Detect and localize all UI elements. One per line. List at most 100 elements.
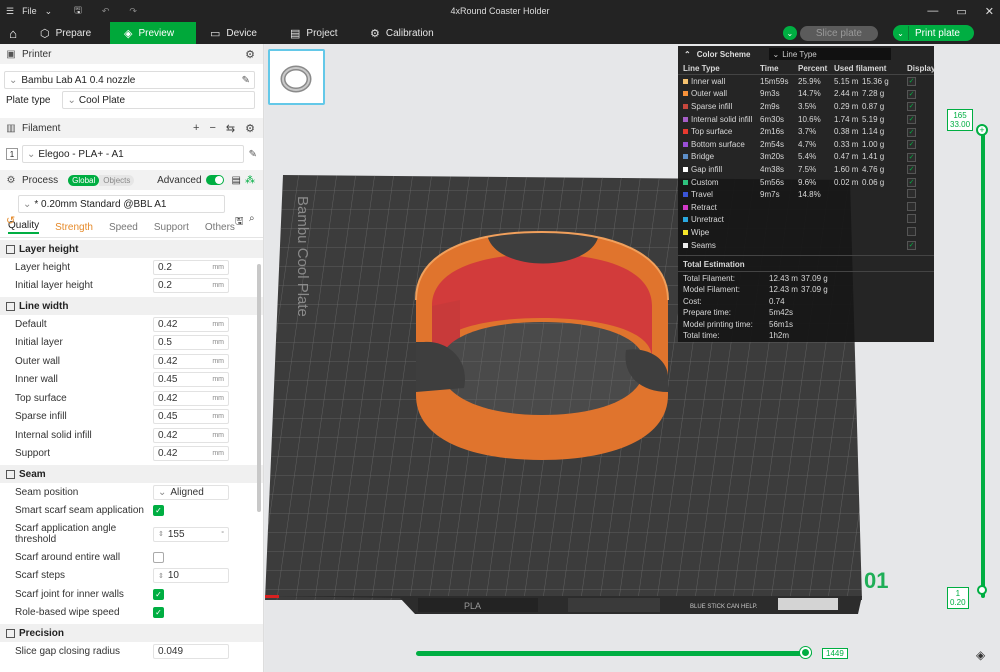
minimize-icon[interactable]: — bbox=[927, 5, 938, 17]
smart-scarf-checkbox[interactable]: ✓ bbox=[153, 505, 164, 517]
search-tree-icon[interactable]: ⁂ bbox=[245, 175, 255, 186]
display-checkbox[interactable] bbox=[907, 214, 916, 224]
move-slider[interactable] bbox=[416, 647, 816, 658]
plate-type-select[interactable]: ⌄ Cool Plate bbox=[62, 91, 256, 109]
color-swatch bbox=[683, 116, 688, 122]
setting-label: Sparse infill bbox=[15, 411, 67, 423]
home-icon[interactable]: ⌂ bbox=[0, 22, 26, 44]
setting-value-input[interactable]: 0.049 bbox=[153, 643, 229, 659]
print-dropdown-icon[interactable]: ⌄ bbox=[892, 26, 909, 40]
model-coaster-holder[interactable] bbox=[415, 230, 669, 460]
slice-dropdown-icon[interactable]: ⌄ bbox=[782, 26, 797, 40]
tab-support[interactable]: Support bbox=[154, 222, 189, 233]
top-layer-handle[interactable]: + bbox=[976, 124, 988, 136]
plate-thumbnail[interactable] bbox=[268, 49, 325, 105]
edit-icon[interactable]: ✎ bbox=[242, 75, 250, 86]
compare-icon[interactable]: ▤ bbox=[232, 175, 241, 186]
process-preset-select[interactable]: ⌄ * 0.20mm Standard @BBL A1 bbox=[18, 195, 225, 213]
scarf-inner-checkbox[interactable]: ✓ bbox=[153, 588, 164, 600]
display-checkbox[interactable]: ✓ bbox=[907, 152, 916, 162]
undo-icon[interactable]: ↶ bbox=[102, 6, 110, 17]
setting-value-input[interactable]: 0.42 mm bbox=[153, 446, 229, 462]
setting-value-input[interactable]: 0.45 mm bbox=[153, 372, 229, 388]
layer-slider[interactable] bbox=[976, 112, 990, 602]
tab-device[interactable]: ▭ Device bbox=[196, 22, 276, 44]
setting-value-input[interactable]: 0.45 mm bbox=[153, 409, 229, 425]
setting-value-input[interactable]: 0.2 mm bbox=[153, 278, 229, 294]
redo-icon[interactable]: ↷ bbox=[129, 6, 137, 17]
display-checkbox[interactable]: ✓ bbox=[907, 140, 916, 150]
menu-icon[interactable]: ☰ bbox=[6, 6, 14, 17]
printer-select[interactable]: ⌄ Bambu Lab A1 0.4 nozzle ✎ bbox=[4, 71, 255, 89]
role-wipe-checkbox[interactable]: ✓ bbox=[153, 607, 164, 619]
tab-calibration[interactable]: ⚙ Calibration bbox=[356, 22, 448, 44]
setting-value-input[interactable]: 0.42 mm bbox=[153, 353, 229, 369]
estimation-key: Total Filament: bbox=[683, 273, 736, 283]
slice-plate-button[interactable]: Slice plate bbox=[799, 25, 878, 41]
printer-settings-icon[interactable]: ⚙ bbox=[245, 48, 255, 61]
seam-position-select[interactable]: ⌄ Aligned bbox=[153, 484, 229, 500]
display-checkbox[interactable] bbox=[907, 201, 916, 211]
setting-label: Internal solid infill bbox=[15, 429, 92, 441]
display-checkbox[interactable]: ✓ bbox=[907, 77, 916, 87]
settings-scrollbar[interactable] bbox=[257, 264, 261, 512]
file-menu[interactable]: File bbox=[22, 6, 37, 16]
display-checkbox[interactable] bbox=[907, 189, 916, 199]
line-type-name: Retract bbox=[691, 202, 717, 212]
value-text: 155 bbox=[167, 528, 185, 540]
setting-value-input[interactable]: ⇕ 10 bbox=[153, 568, 229, 584]
legend-row: Inner wall 15m59s 25.9% 5.15 m 15.36 g ✓ bbox=[678, 75, 934, 88]
display-checkbox[interactable]: ✓ bbox=[907, 115, 916, 125]
setting-value-input[interactable]: 0.5 mm bbox=[153, 335, 229, 351]
top-layer-label: 165 33.00 bbox=[947, 109, 974, 131]
setting-value-input[interactable]: 0.2 mm bbox=[153, 259, 229, 275]
display-checkbox[interactable]: ✓ bbox=[907, 127, 916, 137]
spinner-icon[interactable]: ⇕ bbox=[158, 529, 164, 540]
setting-value-input[interactable]: 0.42 mm bbox=[153, 427, 229, 443]
maximize-icon[interactable]: ▭ bbox=[956, 5, 966, 18]
estimation-row: Model Filament: 12.43 m 37.09 g bbox=[678, 284, 934, 296]
search-icon[interactable]: ⌕ bbox=[249, 213, 255, 224]
setting-value-input[interactable]: ⇕ 155 ° bbox=[153, 526, 229, 542]
save-preset-icon[interactable]: 🖫 bbox=[235, 214, 244, 231]
setting-value-input[interactable]: 0.42 mm bbox=[153, 316, 229, 332]
tab-project[interactable]: ▤ Project bbox=[276, 22, 356, 44]
tab-preview[interactable]: ◈ Preview bbox=[110, 22, 196, 44]
close-icon[interactable]: ✕ bbox=[985, 5, 994, 18]
filament-select[interactable]: ⌄ Elegoo - PLA+ - A1 ✎ bbox=[22, 145, 257, 163]
add-icon[interactable]: + bbox=[193, 122, 199, 135]
print-plate-button[interactable]: Print plate bbox=[909, 28, 974, 39]
display-checkbox[interactable]: ✓ bbox=[907, 165, 916, 175]
spinner-icon[interactable]: ⇕ bbox=[158, 572, 164, 580]
line-type-select[interactable]: ⌄ Line Type bbox=[768, 48, 891, 60]
display-checkbox[interactable] bbox=[907, 226, 916, 236]
reset-icon[interactable]: ↺ bbox=[6, 214, 15, 227]
tab-speed[interactable]: Speed bbox=[109, 222, 138, 233]
chevron-down-icon[interactable]: ⌄ bbox=[45, 6, 53, 17]
filament-settings-icon[interactable]: ⚙ bbox=[245, 122, 255, 135]
setting-value-input[interactable]: 0.42 mm bbox=[153, 390, 229, 406]
filament-row: 1 ⌄ Elegoo - PLA+ - A1 ✎ bbox=[0, 144, 263, 164]
bottom-layer-handle[interactable] bbox=[977, 585, 987, 595]
move-slider-handle[interactable] bbox=[800, 647, 812, 658]
setting-row: Scarf joint for inner walls ✓ bbox=[0, 585, 263, 604]
global-toggle[interactable]: Global bbox=[68, 174, 100, 186]
collapse-icon[interactable]: ⌃ bbox=[684, 50, 691, 59]
color-swatch bbox=[683, 154, 688, 160]
display-checkbox[interactable]: ✓ bbox=[907, 102, 916, 112]
display-checkbox[interactable]: ✓ bbox=[907, 89, 916, 99]
edit-icon[interactable]: ✎ bbox=[249, 149, 257, 160]
tab-prepare[interactable]: ⬡ Prepare bbox=[26, 22, 110, 44]
display-checkbox[interactable]: ✓ bbox=[907, 241, 916, 251]
scarf-around-checkbox[interactable] bbox=[153, 551, 164, 563]
tab-others[interactable]: Others bbox=[205, 222, 235, 233]
save-icon[interactable]: 🖫 bbox=[74, 3, 82, 19]
objects-toggle[interactable]: Objects bbox=[99, 174, 135, 186]
sync-icon[interactable]: ⇆ bbox=[226, 122, 235, 135]
tab-strength[interactable]: Strength bbox=[55, 222, 93, 233]
layers-toggle-icon[interactable]: ◈ bbox=[976, 648, 985, 662]
line-type-percent: 5.4% bbox=[798, 152, 817, 162]
display-checkbox[interactable]: ✓ bbox=[907, 178, 916, 188]
advanced-switch[interactable] bbox=[205, 175, 224, 185]
remove-icon[interactable]: − bbox=[209, 122, 215, 135]
